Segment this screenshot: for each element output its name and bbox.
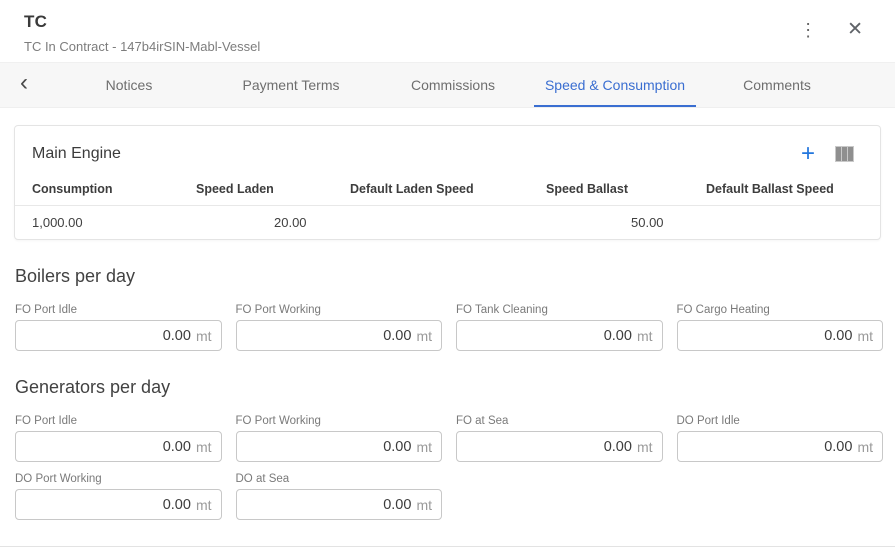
field-unit: mt [416,439,432,455]
dialog-header: TC TC In Contract - 147b4irSIN-Mabl-Vess… [0,0,895,62]
field-value: 0.00 [383,328,411,344]
field-label: FO Port Working [236,415,443,427]
generators-fo-at-sea-input[interactable]: 0.00 mt [456,431,663,462]
generators-do-port-working-input[interactable]: 0.00 mt [15,489,222,520]
boilers-fo-port-idle-input[interactable]: 0.00 mt [15,320,222,351]
boilers-heading: Boilers per day [15,266,895,287]
field-value: 0.00 [824,439,852,455]
field-label: FO Port Idle [15,304,222,316]
cell-consumption[interactable]: 1,000.00 [32,215,196,230]
field-value: 0.00 [163,497,191,513]
field-label: FO at Sea [456,415,663,427]
field-label: FO Port Idle [15,415,222,427]
field-generators-do-port-idle: DO Port Idle 0.00 mt [677,415,884,462]
cell-speed-laden[interactable]: 20.00 [196,215,350,230]
col-header-default-ballast-speed: Default Ballast Speed [706,182,880,196]
field-value: 0.00 [163,439,191,455]
field-label: DO Port Working [15,473,222,485]
field-unit: mt [637,439,653,455]
tab-commissions[interactable]: Commissions [372,63,534,107]
field-generators-do-at-sea: DO at Sea 0.00 mt [236,473,443,520]
field-value: 0.00 [824,328,852,344]
boilers-field-grid: FO Port Idle 0.00 mt FO Port Working 0.0… [15,304,883,351]
field-value: 0.00 [604,328,632,344]
col-header-speed-ballast: Speed Ballast [546,182,706,196]
field-value: 0.00 [383,439,411,455]
kebab-menu-icon[interactable]: ⋮ [795,19,821,41]
generators-do-port-idle-input[interactable]: 0.00 mt [677,431,884,462]
col-header-default-laden-speed: Default Laden Speed [350,182,546,196]
boilers-fo-tank-cleaning-input[interactable]: 0.00 mt [456,320,663,351]
field-unit: mt [196,328,212,344]
tab-comments[interactable]: Comments [696,63,858,107]
field-unit: mt [637,328,653,344]
field-boilers-fo-cargo-heating: FO Cargo Heating 0.00 mt [677,304,884,351]
field-unit: mt [857,328,873,344]
field-label: FO Port Working [236,304,443,316]
field-unit: mt [196,497,212,513]
generators-heading: Generators per day [15,377,895,398]
tab-payment-terms[interactable]: Payment Terms [210,63,372,107]
generators-fo-port-working-input[interactable]: 0.00 mt [236,431,443,462]
columns-icon[interactable] [835,146,854,162]
tab-notices[interactable]: Notices [48,63,210,107]
tab-bar: ‹ Notices Payment Terms Commissions Spee… [0,62,895,108]
field-label: DO Port Idle [677,415,884,427]
field-generators-do-port-working: DO Port Working 0.00 mt [15,473,222,520]
close-icon[interactable]: ✕ [843,18,867,41]
field-unit: mt [416,328,432,344]
col-header-consumption: Consumption [32,182,196,196]
boilers-fo-port-working-input[interactable]: 0.00 mt [236,320,443,351]
main-engine-title: Main Engine [32,145,121,163]
col-header-speed-laden: Speed Laden [196,182,350,196]
main-engine-card: Main Engine + Consumption Speed Laden De… [14,125,881,240]
field-boilers-fo-port-working: FO Port Working 0.00 mt [236,304,443,351]
chevron-left-icon[interactable]: ‹ [0,63,48,107]
field-boilers-fo-port-idle: FO Port Idle 0.00 mt [15,304,222,351]
field-value: 0.00 [604,439,632,455]
field-unit: mt [416,497,432,513]
generators-field-grid: FO Port Idle 0.00 mt FO Port Working 0.0… [15,415,883,520]
field-value: 0.00 [163,328,191,344]
field-boilers-fo-tank-cleaning: FO Tank Cleaning 0.00 mt [456,304,663,351]
main-engine-actions: + [801,142,854,166]
header-actions: ⋮ ✕ [795,18,867,41]
generators-fo-port-idle-input[interactable]: 0.00 mt [15,431,222,462]
field-generators-fo-port-idle: FO Port Idle 0.00 mt [15,415,222,462]
main-engine-table-header: Consumption Speed Laden Default Laden Sp… [15,172,880,206]
main-engine-card-header: Main Engine + [15,126,880,172]
field-generators-fo-port-working: FO Port Working 0.00 mt [236,415,443,462]
field-label: DO at Sea [236,473,443,485]
field-value: 0.00 [383,497,411,513]
field-label: FO Cargo Heating [677,304,884,316]
boilers-fo-cargo-heating-input[interactable]: 0.00 mt [677,320,884,351]
page-title: TC [24,12,871,32]
page-subtitle: TC In Contract - 147b4irSIN-Mabl-Vessel [24,39,871,54]
add-row-icon[interactable]: + [801,142,815,166]
cell-speed-ballast[interactable]: 50.00 [546,215,706,230]
field-unit: mt [196,439,212,455]
field-label: FO Tank Cleaning [456,304,663,316]
generators-do-at-sea-input[interactable]: 0.00 mt [236,489,443,520]
field-generators-fo-at-sea: FO at Sea 0.00 mt [456,415,663,462]
field-unit: mt [857,439,873,455]
tab-speed-consumption[interactable]: Speed & Consumption [534,63,696,107]
table-row[interactable]: 1,000.00 20.00 50.00 [15,206,880,239]
